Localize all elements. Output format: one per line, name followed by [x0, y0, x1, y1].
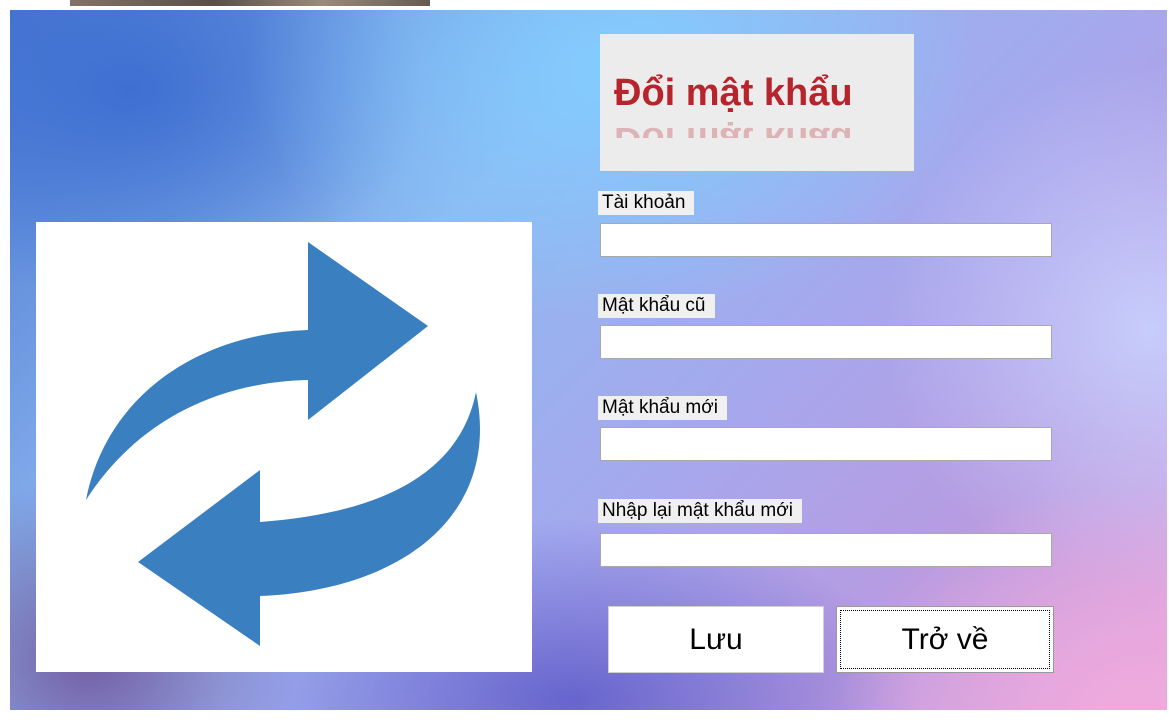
old-password-label: Mật khẩu cũ — [598, 294, 715, 318]
window-bottom-edge — [10, 710, 1167, 722]
back-button[interactable]: Trở về — [836, 606, 1054, 673]
old-password-input[interactable] — [600, 325, 1052, 359]
form-title: Đổi mật khẩu — [614, 72, 853, 114]
new-password-label: Mật khẩu mới — [598, 396, 727, 420]
arrow-down-left-shape — [138, 392, 480, 646]
window-top-edge — [0, 0, 1169, 10]
back-button-label: Trở về — [901, 622, 989, 656]
arrow-up-right-shape — [86, 242, 428, 500]
form-title-reflection: Đổi mật khẩu — [614, 122, 853, 138]
title-reflection-area: Đổi mật khẩu — [600, 118, 914, 138]
save-button-label: Lưu — [689, 622, 743, 656]
account-label: Tài khoản — [598, 191, 695, 215]
background-strip — [70, 0, 430, 6]
confirm-password-label: Nhập lại mật khẩu mới — [598, 499, 802, 523]
confirm-password-input[interactable] — [600, 533, 1052, 567]
refresh-arrows-icon — [86, 242, 480, 646]
change-password-window: Đổi mật khẩu Đổi mật khẩu Tài khoản Mật … — [0, 0, 1169, 722]
save-button[interactable]: Lưu — [608, 606, 824, 673]
icon-panel — [36, 222, 532, 672]
new-password-input[interactable] — [600, 427, 1052, 461]
account-input[interactable] — [600, 223, 1052, 257]
title-banner: Đổi mật khẩu Đổi mật khẩu — [600, 34, 914, 171]
